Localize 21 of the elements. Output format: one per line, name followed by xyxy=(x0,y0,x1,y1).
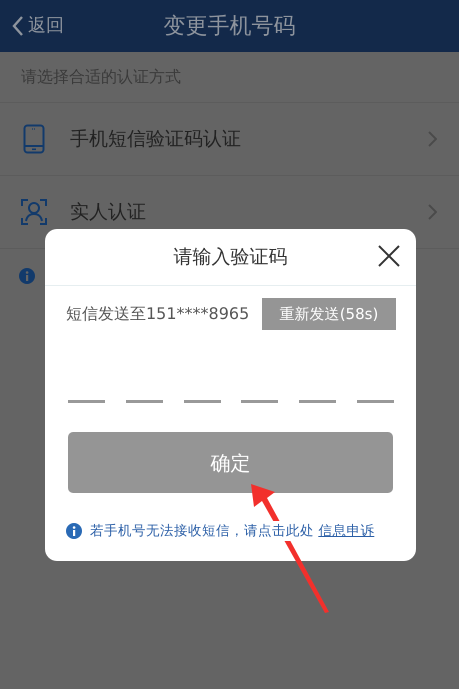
back-icon xyxy=(12,14,24,36)
chevron-right-icon xyxy=(428,131,437,147)
code-input-slot[interactable] xyxy=(299,400,336,403)
info-icon xyxy=(66,523,82,540)
close-icon xyxy=(378,245,400,267)
help-text: 若手机号无法接收短信，请点击此处 信息申诉 xyxy=(90,521,374,542)
appeal-link[interactable]: 信息申诉 xyxy=(318,523,374,539)
sms-sent-text: 短信发送至151****8965 xyxy=(66,303,250,325)
code-input-slot[interactable] xyxy=(68,400,105,403)
chevron-right-icon xyxy=(428,204,437,220)
page-title: 变更手机号码 xyxy=(164,12,296,40)
phone-icon xyxy=(23,124,45,154)
code-input-slot[interactable] xyxy=(356,400,394,403)
code-input-slot[interactable] xyxy=(184,400,221,403)
code-input-slot[interactable] xyxy=(241,400,278,403)
face-scan-icon xyxy=(20,198,48,226)
back-button[interactable]: 返回 xyxy=(12,12,64,39)
code-input-slot[interactable] xyxy=(126,400,163,403)
verification-option[interactable]: 手机短信验证码认证 xyxy=(0,103,459,176)
close-button[interactable] xyxy=(378,245,400,267)
info-icon xyxy=(19,268,35,284)
